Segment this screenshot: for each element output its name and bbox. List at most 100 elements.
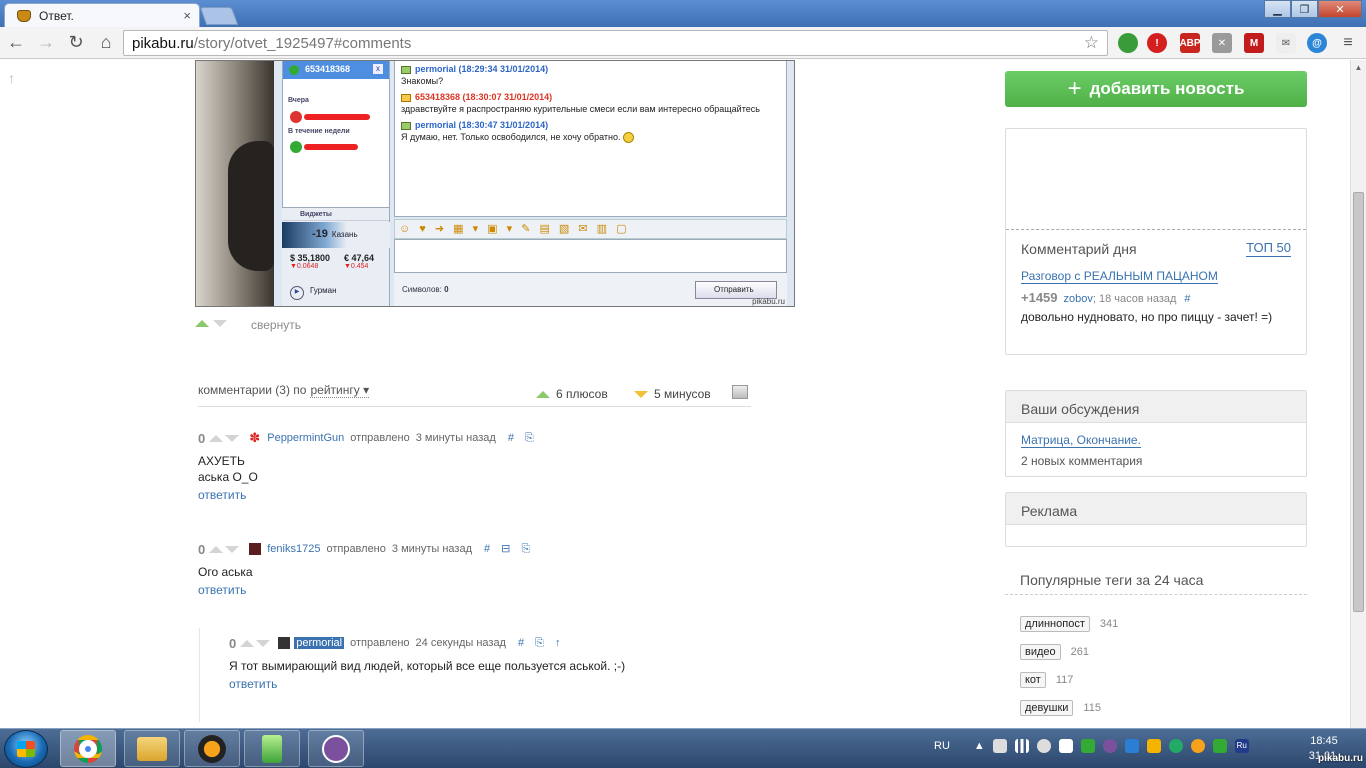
reply-link[interactable]: ответить (229, 677, 749, 691)
icq-flower-red-icon (290, 111, 302, 123)
maximize-button[interactable]: ❐ (1291, 0, 1318, 18)
avatar (278, 637, 291, 649)
minus-filter[interactable]: 5 минусов (634, 387, 711, 401)
tag-item[interactable]: длиннопост 341 (1020, 616, 1118, 632)
add-news-button[interactable]: + добавить новость (1005, 71, 1307, 107)
minus-icon (634, 390, 648, 398)
taskbar-explorer[interactable] (124, 730, 180, 767)
minimize-button[interactable]: ▁ (1264, 0, 1291, 18)
vote-down-icon[interactable] (225, 434, 240, 442)
cod-time: ; 18 часов назад (1092, 293, 1177, 305)
browser-tab-strip: Ответ. × ▁ ❐ ✕ (0, 0, 1366, 27)
comment-links[interactable]: # ⎘ ↑ (518, 637, 565, 650)
bookmark-star-icon[interactable]: ☆ (1084, 33, 1099, 53)
extension-block-icon[interactable]: ✕ (1212, 33, 1232, 53)
mail-envelope-icon[interactable]: ✉ (1276, 33, 1296, 53)
discussion-link[interactable]: Матрица, Окончание. (1021, 434, 1141, 448)
comment-author[interactable]: permorial (294, 637, 345, 649)
comment-author[interactable]: PeppermintGun (267, 432, 344, 444)
cod-title: Комментарий дня (1021, 241, 1137, 257)
punto-icon[interactable]: Ru (1234, 739, 1249, 753)
adblock-icon[interactable]: ABP (1179, 33, 1201, 53)
icq-eur: € 47,64 ▼0.454 (344, 253, 375, 270)
discussions-box: Ваши обсуждения Матрица, Окончание. 2 но… (1005, 390, 1307, 477)
taskbar-chrome[interactable] (60, 730, 116, 767)
close-window-button[interactable]: ✕ (1318, 0, 1362, 18)
page-scrollbar[interactable]: ▲ (1350, 60, 1366, 728)
reply-link[interactable]: ответить (198, 488, 748, 502)
scrollbar-thumb[interactable] (1353, 192, 1364, 612)
vote-down-icon[interactable] (225, 545, 240, 553)
taskbar-app[interactable] (244, 730, 300, 767)
sort-dropdown[interactable]: рейтингу ▾ (310, 383, 370, 398)
vote-up-icon[interactable] (195, 320, 209, 327)
vote-down-icon[interactable] (256, 639, 271, 647)
new-tab-button[interactable] (199, 7, 239, 25)
ads-title: Реклама (1006, 493, 1306, 525)
network-icon[interactable] (1014, 739, 1029, 753)
mail-ru-icon[interactable]: @ (1307, 33, 1327, 53)
vote-up-icon[interactable] (209, 545, 224, 553)
tab-close-icon[interactable]: × (183, 8, 191, 23)
drive-icon[interactable] (1146, 739, 1161, 753)
top50-link[interactable]: ТОП 50 (1246, 241, 1291, 257)
home-icon[interactable]: ⌂ (92, 29, 120, 57)
comment-body: Ого аська (198, 565, 253, 579)
discussions-title: Ваши обсуждения (1006, 391, 1306, 423)
plus-filter[interactable]: 6 плюсов (536, 387, 608, 401)
language-indicator[interactable]: RU (934, 740, 950, 752)
taskbar-viber[interactable] (308, 730, 364, 767)
cod-score: +1459 (1021, 290, 1058, 305)
tag-item[interactable]: девушки 115 (1020, 700, 1101, 716)
address-bar[interactable]: pikabu.ru/story/otvet_1925497#comments ☆ (123, 30, 1108, 56)
aimp-tray-icon[interactable] (1190, 739, 1205, 753)
scroll-up-arrow-icon[interactable]: ↑ (8, 70, 15, 86)
viber-tray-icon[interactable] (1102, 739, 1117, 753)
flag-icon[interactable] (1058, 739, 1073, 753)
tag-item[interactable]: видео 261 (1020, 644, 1089, 660)
tag-item[interactable]: кот 117 (1020, 672, 1073, 688)
cod-hash-link[interactable]: # (1184, 293, 1190, 305)
tags-title: Популярные теги за 24 часа (1020, 572, 1204, 588)
scroll-up-icon[interactable]: ▲ (1351, 60, 1366, 76)
reply-link[interactable]: ответить (198, 583, 748, 597)
back-arrow-icon[interactable]: ← (2, 29, 30, 57)
tray-app-icon[interactable] (1168, 739, 1183, 753)
icq-group-week: В течение недели (288, 128, 350, 135)
taskbar-aimp[interactable] (184, 730, 240, 767)
icq-weather: -19 Казань (282, 222, 390, 248)
forward-arrow-icon[interactable]: → (32, 29, 60, 57)
tray-device-icon[interactable] (992, 739, 1007, 753)
tray-expand-icon[interactable]: ▲ (974, 740, 985, 752)
menu-icon[interactable]: ≡ (1338, 33, 1358, 53)
vote-down-icon[interactable] (213, 320, 227, 327)
vote-up-icon[interactable] (240, 639, 255, 647)
avatar (249, 543, 262, 555)
comment-links[interactable]: # ⊟ ⎘ (484, 542, 534, 556)
icq-gurman: Гурман (290, 286, 337, 300)
cod-story-link[interactable]: Разговор с РЕАЛЬНЫМ ПАЦАНОМ (1021, 270, 1218, 284)
reload-icon[interactable]: ↻ (62, 29, 90, 57)
icq-usd: $ 35,1800 ▼0.0648 (290, 253, 331, 270)
dropbox-icon[interactable] (1124, 739, 1139, 753)
browser-tab[interactable]: Ответ. × (4, 3, 200, 27)
gmail-icon[interactable]: M (1244, 33, 1264, 53)
collapse-link[interactable]: свернуть (251, 318, 301, 332)
cod-text: довольно нудновато, но про пиццу - зачет… (1021, 310, 1273, 324)
comment-sent: отправлено (350, 637, 410, 649)
plus-icon: + (1067, 75, 1082, 102)
image-toggle-icon[interactable] (732, 385, 748, 399)
tray-green-icon[interactable] (1212, 739, 1227, 753)
cod-author[interactable]: zobov (1064, 293, 1093, 305)
comment-links[interactable]: # ⎘ (508, 432, 538, 445)
icq-tray-icon[interactable] (1080, 739, 1095, 753)
comment-author[interactable]: feniks1725 (267, 543, 320, 555)
start-button[interactable] (4, 730, 48, 768)
extension-warning-icon[interactable]: ! (1147, 33, 1167, 53)
extension-green-icon[interactable] (1118, 33, 1138, 53)
icq-widgets: Виджеты -19 Казань $ 35,1800 ▼0.0648 € 47,… (282, 208, 390, 306)
system-tray: RU ▲ Ru (934, 739, 1249, 753)
vote-up-icon[interactable] (209, 434, 224, 442)
volume-icon[interactable] (1036, 739, 1051, 753)
url-host: pikabu.ru (132, 34, 194, 52)
